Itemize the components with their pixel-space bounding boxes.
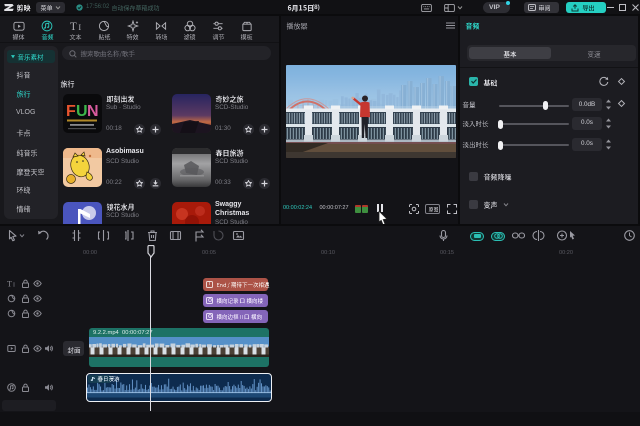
svg-text:U: U xyxy=(76,103,88,120)
svg-text:F: F xyxy=(66,103,76,120)
svg-text:N: N xyxy=(87,103,99,120)
svg-text:T: T xyxy=(7,280,12,289)
svg-text:I: I xyxy=(78,23,81,32)
svg-text:T: T xyxy=(70,21,77,32)
svg-text:I: I xyxy=(13,283,15,289)
